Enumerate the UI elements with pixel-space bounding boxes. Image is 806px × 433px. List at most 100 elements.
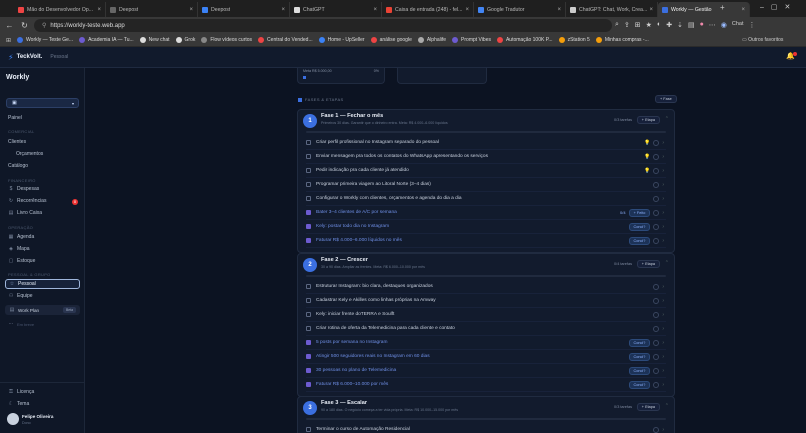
goal-action-button[interactable]: Concl? [628,236,651,245]
nav-despesas[interactable]: $ Despesas [8,186,40,192]
nav-equipe[interactable]: ⚇ Equipe [8,293,33,299]
goal-row[interactable]: Kely: postar todo dia no Instagram Concl?… [306,220,666,234]
task-status-icon[interactable] [653,325,660,332]
task-status-icon[interactable] [653,311,660,318]
nav-licenca[interactable]: ⚿ Licença [8,389,34,395]
browser-tab[interactable]: Mão do Desenvolvedor Op... × [14,2,106,17]
puzzle-icon[interactable]: ✚ [666,21,672,29]
close-icon[interactable]: × [465,7,469,13]
bookmark-item[interactable]: Alphalife [417,37,446,43]
goal-action-button[interactable]: Concl? [628,352,651,361]
chevron-icon[interactable]: › [662,182,664,188]
chevron-icon[interactable]: › [662,238,664,244]
bookmark-item[interactable]: análise google [370,37,412,43]
goal-row[interactable]: Atingir 500 seguidores reais no Instagra… [306,350,666,364]
bookmark-item[interactable]: Flow vídeos curtos [201,37,252,43]
chevron-icon[interactable]: › [662,210,664,216]
task-checkbox[interactable] [306,312,311,317]
reload-icon[interactable]: ↻ [19,21,30,30]
goal-checkbox[interactable] [306,354,311,359]
task-row[interactable]: Cadastrar Kely e Akilles como linhas pró… [306,294,666,308]
window-controls[interactable]: –▢✕ [760,3,797,11]
translate-icon[interactable]: ⊞ [635,21,641,29]
nav-agenda[interactable]: ▦ Agenda [8,234,35,240]
task-row[interactable]: Programar primeira viagem ao Litoral Nor… [306,178,666,192]
task-status-icon[interactable] [653,426,660,433]
goal-row[interactable]: 5 posts por semana no Instagram Concl? › [306,336,666,350]
goal-checkbox[interactable] [306,340,311,345]
goal-status-icon[interactable] [653,353,660,360]
bookmark-star-icon[interactable]: ★ [646,21,652,29]
profile-icon[interactable]: ● [700,21,704,29]
goal-row[interactable]: Faturar R$ 6.000–10.000 por mês Concl? › [306,378,666,392]
bookmark-item[interactable]: Grok [175,37,195,43]
browser-tab[interactable]: Workly — Gestão × [658,2,750,17]
nav-livro-caixa[interactable]: ▤ Livro Caixa [8,210,42,216]
task-row[interactable]: Configurar o Workly com clientes, orçame… [306,192,666,206]
chevron-icon[interactable]: › [662,312,664,318]
bookmark-item[interactable]: Academia IA — Tu... [79,37,134,43]
task-status-icon[interactable] [653,167,660,174]
more-icon[interactable]: ⋮ [749,21,756,29]
browser-tab[interactable]: Caixa de entrada (248) - fel... × [382,2,474,17]
chevron-icon[interactable]: › [662,382,664,388]
browser-tab[interactable]: Deepost × [198,2,290,17]
lightbulb-icon[interactable]: 💡 [644,154,650,160]
browser-tab[interactable]: Google Tradutor × [474,2,566,17]
menu-icon[interactable]: ⋯ [709,21,716,29]
download-icon[interactable]: ⇣ [677,21,683,29]
add-step-button[interactable]: + Etapa [636,260,660,268]
task-checkbox[interactable] [306,298,311,303]
url-input[interactable]: ⚲ https://workly-teste.web.app [34,19,612,32]
nav-painel[interactable]: Painel [8,115,22,121]
nav-pessoal[interactable]: ☆ Pessoal [5,279,80,289]
goal-status-icon[interactable] [653,339,660,346]
avatar[interactable] [7,413,19,425]
chevron-icon[interactable]: › [662,140,664,146]
nav-mapa[interactable]: ◈ Mapa [8,246,29,252]
task-status-icon[interactable] [653,153,660,160]
close-icon[interactable]: × [373,7,377,13]
task-status-icon[interactable] [653,181,660,188]
bookmark-item[interactable]: Minhas compras -... [595,37,649,43]
other-bookmarks[interactable]: ▭ Outros favoritos [742,37,783,43]
chat-label[interactable]: Chat [732,21,744,29]
bookmark-item[interactable]: Home - UpSeller [318,37,365,43]
bookmark-item[interactable]: zStation 5 [558,37,590,43]
chevron-icon[interactable]: › [662,298,664,304]
browser-tab[interactable]: ChatGPT: Chat, Work, Crea... × [566,2,658,17]
nav-tema[interactable]: ☾ Tema [8,401,29,407]
nav-work-plan[interactable]: ▤ Work Plan Beta [5,305,80,315]
bookmark-item[interactable]: Prompt Vibes [452,37,491,43]
close-icon[interactable]: × [281,7,285,13]
sidebar-icon[interactable]: ▤ [688,21,695,29]
goal-checkbox[interactable] [306,368,311,373]
goal-row[interactable]: Bater 3–4 clientes de A/C por semana 0/4 +… [306,206,666,220]
task-checkbox[interactable] [306,168,311,173]
chevron-icon[interactable]: › [662,368,664,374]
goal-status-icon[interactable] [653,381,660,388]
close-icon[interactable]: × [557,7,561,13]
chevron-icon[interactable]: › [662,168,664,174]
close-icon[interactable]: × [189,7,193,13]
share-icon[interactable]: ⇪ [624,21,630,29]
task-row[interactable]: Criar rotina de oferta da Telemedicina p… [306,322,666,336]
task-checkbox[interactable] [306,140,311,145]
close-icon[interactable]: × [741,7,745,13]
task-status-icon[interactable] [653,139,660,146]
task-row[interactable]: Criar perfil profissional no Instagram s… [306,136,666,150]
task-checkbox[interactable] [306,284,311,289]
task-status-icon[interactable] [653,283,660,290]
phase-collapse-icon[interactable]: ⌃ [665,260,669,266]
task-row[interactable]: Estruturar Instagram: bio clara, destaqu… [306,280,666,294]
phase-collapse-icon[interactable]: ⌃ [665,403,669,409]
new-tab-button[interactable]: + [720,3,725,12]
goal-checkbox[interactable] [306,238,311,243]
goal-status-icon[interactable] [653,209,660,216]
back-icon[interactable]: ← [4,21,15,30]
goal-action-button[interactable]: Concl? [628,380,651,389]
close-icon[interactable]: × [649,7,653,13]
goal-row[interactable]: Faturar R$ 4.000–6.000 líquidos no mês Co… [306,234,666,248]
task-checkbox[interactable] [306,196,311,201]
bookmark-item[interactable]: Workly — Teste Ge... [17,37,73,43]
